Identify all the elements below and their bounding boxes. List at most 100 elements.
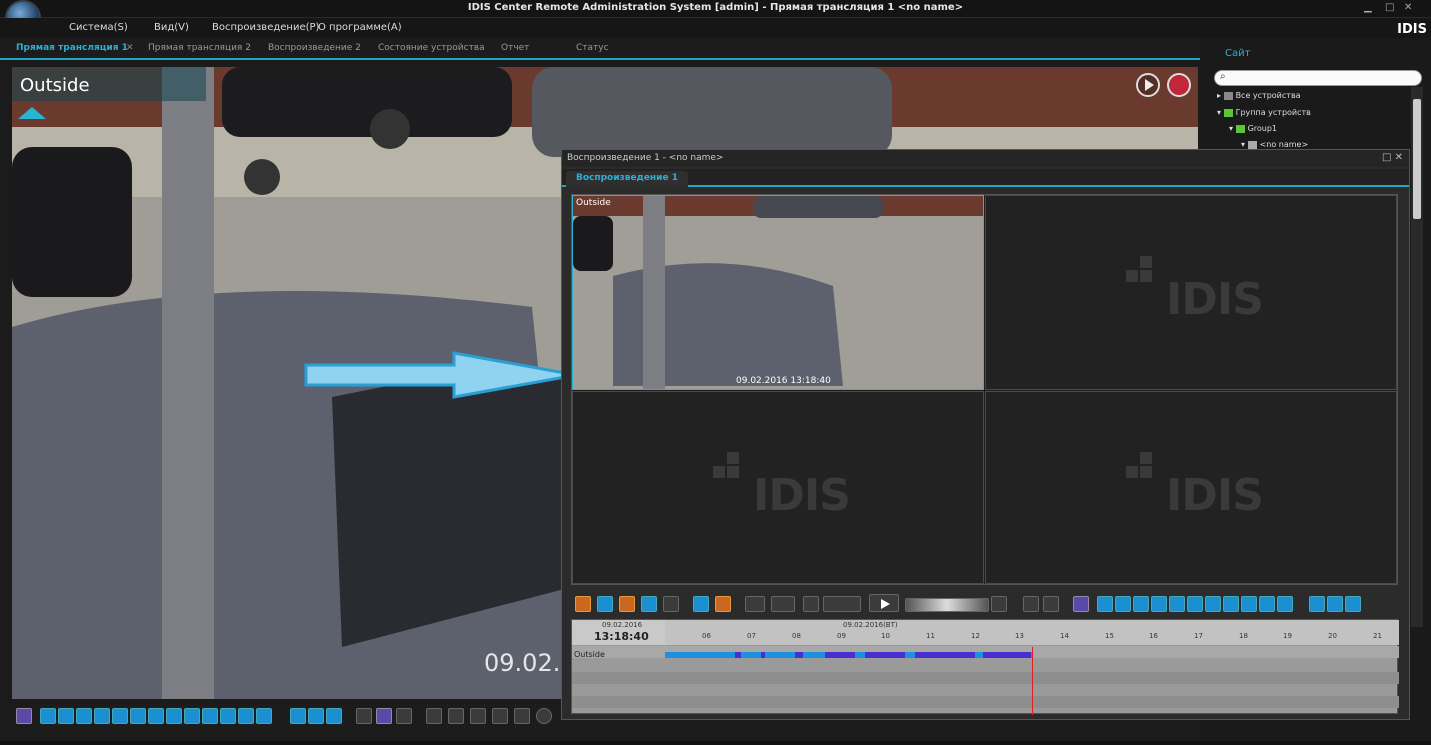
layout-custom-2-button[interactable]: [1259, 596, 1275, 612]
idis-watermark-icon: IDIS: [1126, 256, 1264, 336]
layout-3x3-button[interactable]: [1133, 596, 1149, 612]
tab-live-2[interactable]: Прямая трансляция 2: [148, 43, 251, 53]
instant-playback-button[interactable]: [1136, 73, 1160, 97]
menu-about[interactable]: О программе(A): [318, 22, 402, 33]
alarm-view-button[interactable]: [356, 708, 372, 724]
mic-button[interactable]: [492, 708, 508, 724]
timeline[interactable]: 09.02.2016 13:18:40 09.02.2016(BT) 06 07…: [571, 619, 1399, 715]
layout-7x7-button[interactable]: [148, 708, 164, 724]
list-button[interactable]: [663, 596, 679, 612]
tab-live-1[interactable]: Прямая трансляция 1: [16, 43, 128, 53]
close-icon[interactable]: ✕: [1395, 152, 1403, 163]
timeline-ruler[interactable]: 09.02.2016(BT) 06 07 08 09 10 11 12 13 1…: [665, 620, 1399, 645]
layout-custom-5-button[interactable]: [256, 708, 272, 724]
panel-button[interactable]: [448, 708, 464, 724]
scrollbar-thumb[interactable]: [1413, 99, 1421, 219]
screen-format-button[interactable]: [1073, 596, 1089, 612]
save-button[interactable]: [470, 708, 486, 724]
site-search-input[interactable]: [1214, 70, 1422, 86]
maximize-icon[interactable]: □: [1382, 152, 1391, 163]
tree-item-group1[interactable]: ▾ Group1: [1229, 124, 1277, 133]
bookmark-button[interactable]: [715, 596, 731, 612]
tab-device-status[interactable]: Состояние устройства: [378, 43, 485, 53]
layout-7x7-button[interactable]: [1205, 596, 1221, 612]
tree-label: Group1: [1247, 124, 1278, 133]
layout-4x4-button[interactable]: [1151, 596, 1167, 612]
group-button[interactable]: [426, 708, 442, 724]
fullscreen-button[interactable]: [1309, 596, 1325, 612]
tab-playback-2[interactable]: Воспроизведение 2: [268, 43, 361, 53]
timeline-row-label: Outside: [574, 650, 605, 659]
layout-custom-3-button[interactable]: [1277, 596, 1293, 612]
tree-item-device-group[interactable]: ▾ Группа устройств: [1217, 108, 1311, 117]
playback-cell-3[interactable]: IDIS: [572, 391, 984, 584]
calendar-button[interactable]: [619, 596, 635, 612]
camera-menu-icon[interactable]: [18, 107, 46, 119]
save-clip-button[interactable]: [693, 596, 709, 612]
layout-5x5-button[interactable]: [1169, 596, 1185, 612]
layout-5x5-button[interactable]: [112, 708, 128, 724]
timeline-date: 09.02.2016: [602, 621, 643, 629]
layout-1x1-button[interactable]: [1097, 596, 1113, 612]
hour-tick: 10: [881, 632, 890, 640]
snapshot-button[interactable]: [745, 596, 765, 612]
alarm-bell-button[interactable]: [575, 596, 591, 612]
export-button[interactable]: [641, 596, 657, 612]
clip-copy-button[interactable]: [771, 596, 795, 612]
window-title: IDIS Center Remote Administration System…: [467, 2, 964, 13]
layout-2x2-button[interactable]: [1115, 596, 1131, 612]
sequence-button[interactable]: [376, 708, 392, 724]
step-frame-controls[interactable]: [823, 596, 861, 612]
layout-custom-3-button[interactable]: [220, 708, 236, 724]
layout-custom-2-button[interactable]: [202, 708, 218, 724]
layout-3x3-button[interactable]: [76, 708, 92, 724]
tree-item-all-devices[interactable]: ▸ Все устройства: [1217, 91, 1301, 100]
tree-label: <no name>: [1259, 140, 1309, 149]
speed-slider[interactable]: [905, 598, 989, 612]
lock-icon[interactable]: [991, 596, 1007, 612]
prev-page-button[interactable]: [1327, 596, 1343, 612]
menu-view[interactable]: Вид(V): [154, 22, 189, 33]
playback-cell-2[interactable]: IDIS: [985, 195, 1397, 390]
playback-cell-4[interactable]: IDIS: [985, 391, 1397, 584]
layout-8x8-button[interactable]: [166, 708, 182, 724]
layout-1x1-button[interactable]: [40, 708, 56, 724]
minimize-icon[interactable]: ▁: [1364, 2, 1372, 13]
layout-custom-1-button[interactable]: [1241, 596, 1257, 612]
menu-system[interactable]: Система(S): [69, 22, 128, 33]
playback-cell-1[interactable]: Outside 09.02.2016 13:18:40: [572, 195, 984, 390]
next-page-button[interactable]: [1345, 596, 1361, 612]
layout-custom-4-button[interactable]: [238, 708, 254, 724]
tree-item-device[interactable]: ▾ <no name>: [1241, 140, 1308, 149]
next-page-button[interactable]: [326, 708, 342, 724]
record-all-button[interactable]: [536, 708, 552, 724]
frame-step-button[interactable]: [803, 596, 819, 612]
close-icon[interactable]: ✕: [1404, 2, 1412, 13]
maximize-icon[interactable]: □: [1385, 2, 1394, 13]
fullscreen-button[interactable]: [290, 708, 306, 724]
sidebar-scrollbar[interactable]: [1411, 87, 1423, 627]
timeline-cursor[interactable]: [1032, 647, 1033, 715]
tab-status[interactable]: Статус: [576, 43, 609, 53]
tab-playback-1[interactable]: Воспроизведение 1: [566, 171, 688, 187]
event-segment: [865, 652, 905, 658]
record-button[interactable]: [1167, 73, 1191, 97]
stop-button[interactable]: [1043, 596, 1059, 612]
next-event-button[interactable]: [1023, 596, 1039, 612]
recording-bar[interactable]: [665, 652, 1033, 658]
layout-2x2-button[interactable]: [58, 708, 74, 724]
layout-6x6-button[interactable]: [130, 708, 146, 724]
print-button[interactable]: [514, 708, 530, 724]
search-button[interactable]: [597, 596, 613, 612]
layout-4x4-button[interactable]: [94, 708, 110, 724]
play-button[interactable]: [869, 594, 899, 612]
screen-format-button[interactable]: [16, 708, 32, 724]
menu-playback[interactable]: Воспроизведение(P): [212, 22, 319, 33]
grid-button[interactable]: [396, 708, 412, 724]
tab-close-icon[interactable]: ✕: [126, 43, 134, 53]
tab-report[interactable]: Отчет: [501, 43, 529, 53]
prev-page-button[interactable]: [308, 708, 324, 724]
layout-custom-1-button[interactable]: [184, 708, 200, 724]
layout-6x6-button[interactable]: [1187, 596, 1203, 612]
layout-8x8-button[interactable]: [1223, 596, 1239, 612]
